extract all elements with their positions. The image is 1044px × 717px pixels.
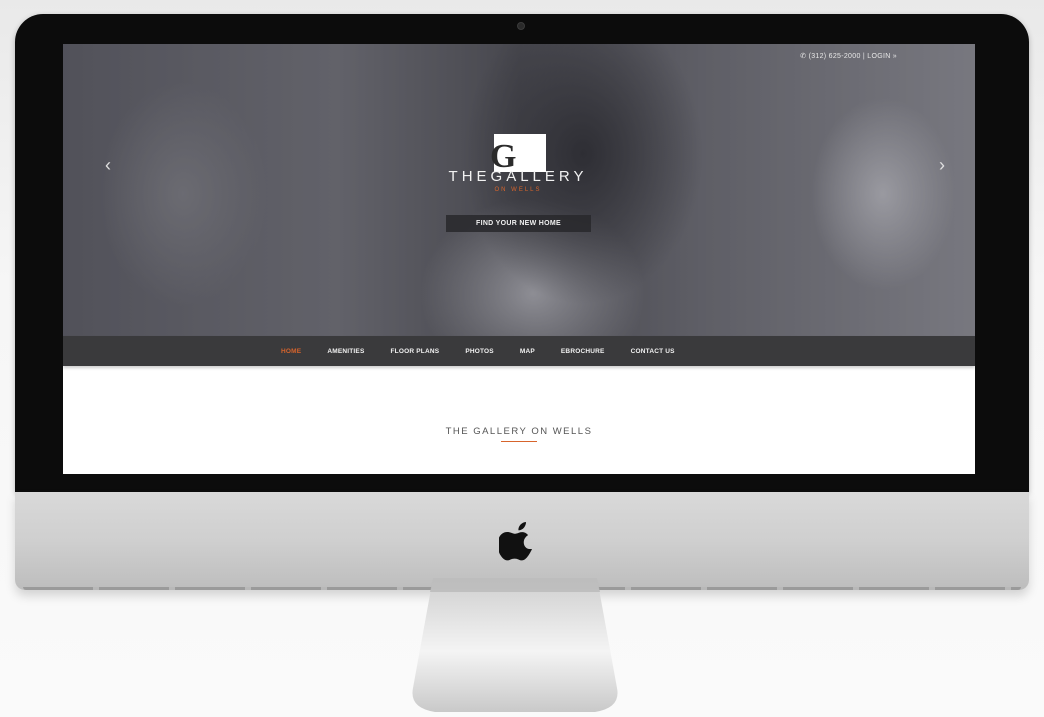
top-utility-bar: ✆ (312) 625-2000 | LOGIN » [800,52,897,60]
nav-list: HOME AMENITIES FLOOR PLANS PHOTOS MAP EB… [281,336,701,366]
imac-monitor: ✆ (312) 625-2000 | LOGIN » ‹ › G THEGALL… [15,14,1029,590]
logo-wordmark: THEGALLERY [448,168,588,185]
slider-next-arrow-icon[interactable]: › [939,156,945,174]
login-link[interactable]: LOGIN » [867,53,897,60]
hero-banner: ✆ (312) 625-2000 | LOGIN » ‹ › G THEGALL… [63,44,975,336]
monitor-stand [412,578,618,712]
phone-number[interactable]: (312) 625-2000 [809,53,861,60]
logo-mark: G [490,134,546,174]
phone-icon: ✆ [800,53,807,60]
monitor-bezel: ✆ (312) 625-2000 | LOGIN » ‹ › G THEGALL… [15,14,1029,492]
monitor-chin [15,492,1029,590]
nav-item-contact-us[interactable]: CONTACT US [631,348,675,355]
camera-icon [517,22,525,30]
nav-item-map[interactable]: MAP [520,348,535,355]
website-screen: ✆ (312) 625-2000 | LOGIN » ‹ › G THEGALL… [63,44,975,474]
page-title: THE GALLERY ON WELLS [445,426,593,437]
nav-item-ebrochure[interactable]: EBROCHURE [561,348,605,355]
title-underline [501,441,537,442]
logo-subtitle: ON WELLS [494,187,542,193]
main-nav: HOME AMENITIES FLOOR PLANS PHOTOS MAP EB… [63,336,975,366]
nav-item-photos[interactable]: PHOTOS [465,348,494,355]
topbar-separator: | [862,53,866,60]
slider-prev-arrow-icon[interactable]: ‹ [105,156,111,174]
nav-item-floor-plans[interactable]: FLOOR PLANS [391,348,440,355]
nav-item-home[interactable]: HOME [281,348,301,355]
apple-logo-icon [499,522,532,561]
nav-item-amenities[interactable]: AMENITIES [327,348,364,355]
find-home-button[interactable]: FIND YOUR NEW HOME [446,215,591,232]
